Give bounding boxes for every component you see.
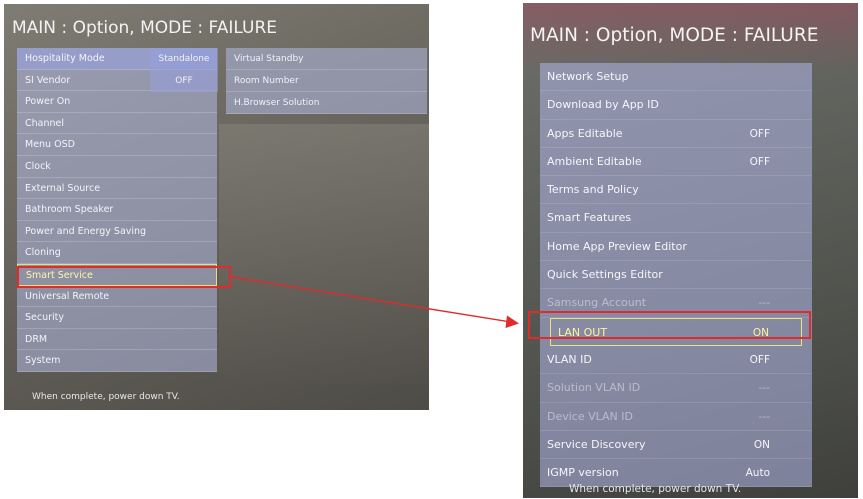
connector-arrow [230,276,519,328]
